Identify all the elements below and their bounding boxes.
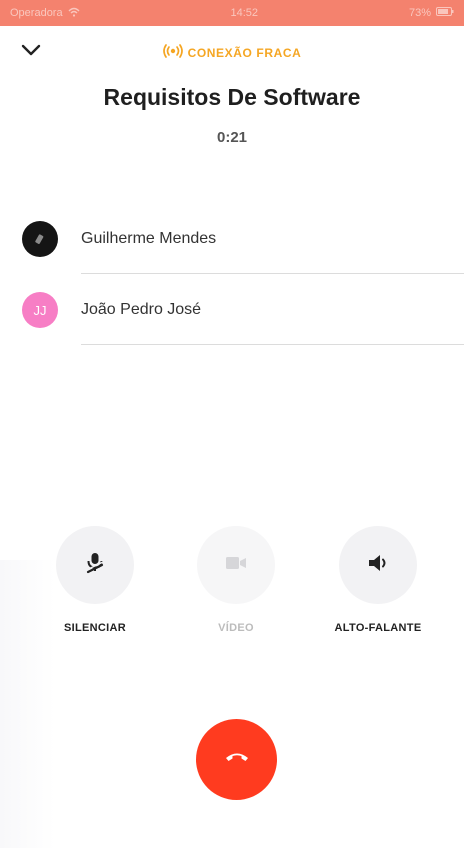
mute-button-circle <box>56 526 134 604</box>
call-header: CONEXÃO FRACA <box>0 26 464 72</box>
call-controls: SILENCIAR VÍDEO ALTO-FALANTE <box>0 526 464 636</box>
speaker-icon <box>366 552 390 579</box>
participant-name: Guilherme Mendes <box>81 230 217 247</box>
video-camera-icon <box>224 554 248 577</box>
avatar: JJ <box>22 292 58 328</box>
microphone-off-icon <box>83 551 107 580</box>
speaker-button-circle <box>339 526 417 604</box>
status-left: Operadora <box>10 7 80 20</box>
call-title: Requisitos De Software <box>103 84 361 110</box>
video-button-circle <box>197 526 275 604</box>
status-bar: Operadora 14:52 73% <box>0 0 464 26</box>
divider <box>81 344 464 345</box>
battery-icon <box>436 7 454 19</box>
broadcast-icon <box>162 44 183 61</box>
phone-hangup-icon <box>224 750 250 769</box>
status-time: 14:52 <box>230 7 259 19</box>
video-label: VÍDEO <box>218 622 254 634</box>
status-right: 73% <box>409 7 454 19</box>
call-timer: 0:21 <box>216 129 248 146</box>
wifi-icon <box>68 7 80 20</box>
mute-button[interactable]: SILENCIAR <box>35 526 155 634</box>
carrier-label: Operadora <box>10 7 63 19</box>
mute-label: SILENCIAR <box>64 622 126 634</box>
speaker-button[interactable]: ALTO-FALANTE <box>318 526 438 634</box>
connection-warning: CONEXÃO FRACA <box>0 44 464 61</box>
video-button[interactable]: VÍDEO <box>176 526 296 634</box>
avatar-initials: JJ <box>33 302 47 318</box>
battery-percent: 73% <box>408 7 431 19</box>
participant-row[interactable]: Guilherme Mendes <box>0 203 464 274</box>
participant-name: João Pedro José <box>81 301 202 318</box>
participant-list: Guilherme Mendes JJ João Pedro José <box>0 203 464 345</box>
participant-row[interactable]: JJ João Pedro José <box>0 274 464 345</box>
speaker-label: ALTO-FALANTE <box>334 622 422 634</box>
connection-warning-label: CONEXÃO FRACA <box>187 45 302 60</box>
end-call-button[interactable] <box>196 719 277 800</box>
avatar <box>22 221 58 257</box>
